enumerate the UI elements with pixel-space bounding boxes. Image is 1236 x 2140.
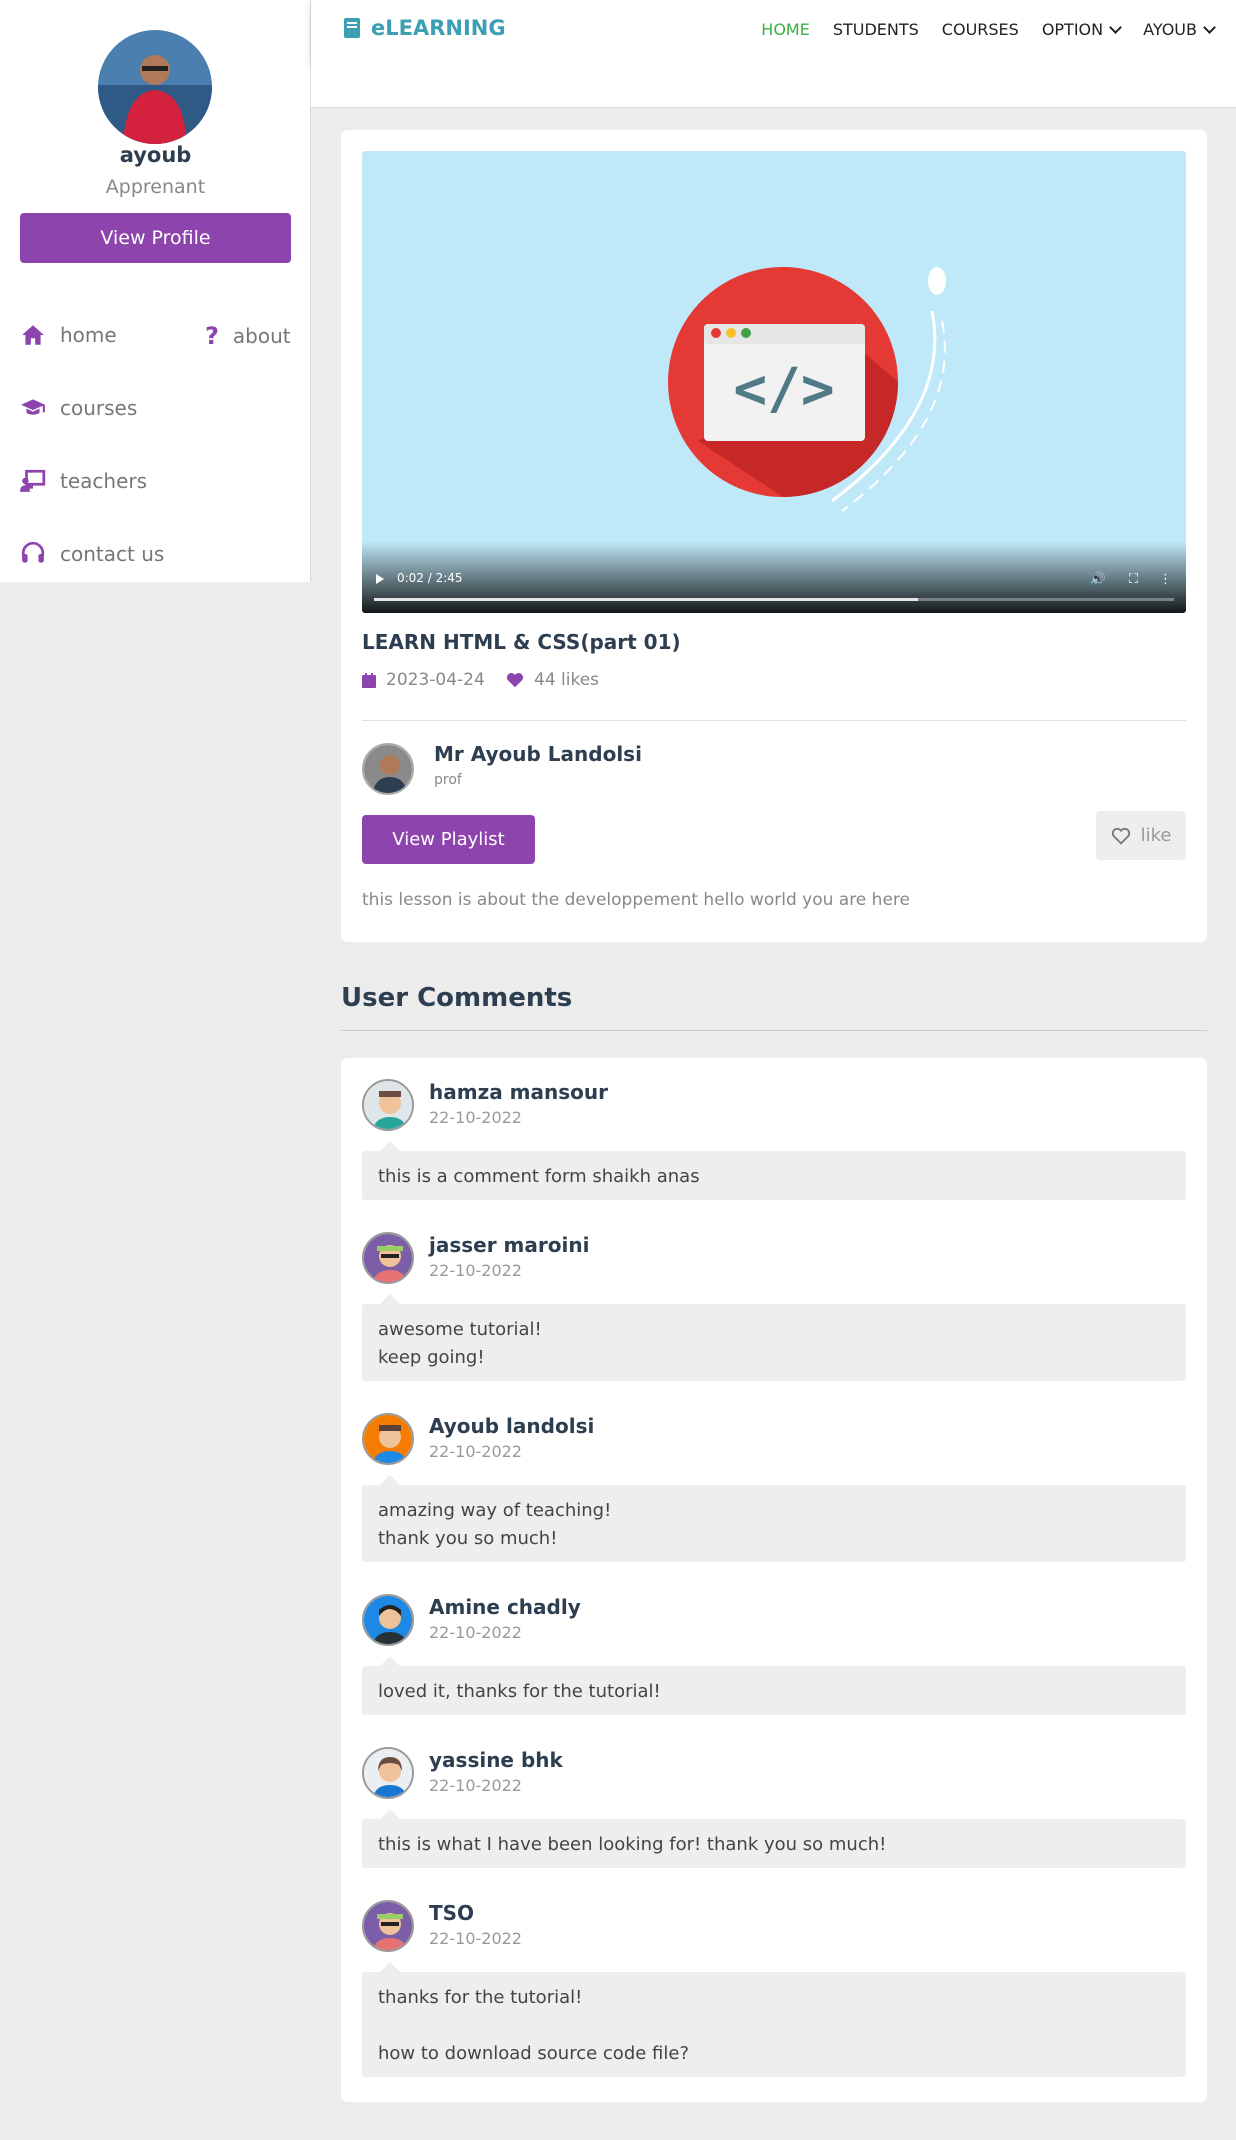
lesson-likes: 44 likes <box>506 670 599 690</box>
sidebar-item-label: teachers <box>60 469 148 493</box>
video-progress-fill <box>374 598 918 601</box>
profile-name: ayoub <box>119 143 192 167</box>
brand-logo[interactable]: eLEARNING <box>343 16 506 40</box>
tutor-name[interactable]: Mr Ayoub Landolsi <box>434 742 642 766</box>
video-card: </> 0:02 / 2:45 🔊 ⛶ ⋮ LEARN HTML & CSS(p… <box>341 130 1207 942</box>
calendar-icon <box>362 672 376 688</box>
comment-date: 22-10-2022 <box>429 1442 522 1461</box>
comment-date: 22-10-2022 <box>429 1108 522 1127</box>
comment-text: amazing way of teaching! thank you so mu… <box>362 1475 1186 1562</box>
headset-icon <box>21 541 45 563</box>
video-progress-bar[interactable] <box>374 598 1174 601</box>
lesson-date-text: 2023-04-24 <box>386 670 485 690</box>
book-icon <box>344 18 360 38</box>
tutor-avatar[interactable] <box>362 743 414 795</box>
menu-courses[interactable]: COURSES <box>942 20 1019 39</box>
fullscreen-icon[interactable]: ⛶ <box>1129 572 1138 587</box>
sidebar-item-label: home <box>60 323 117 347</box>
lesson-likes-text: 44 likes <box>534 670 600 690</box>
top-header: eLEARNING HOME STUDENTS COURSES OPTION A… <box>311 0 1236 62</box>
svg-text:</>: </> <box>733 357 834 422</box>
menu-home[interactable]: HOME <box>761 20 810 39</box>
menu-user-dropdown[interactable]: AYOUB <box>1143 20 1214 39</box>
subheader-bar <box>311 62 1236 108</box>
comment-text: awesome tutorial! keep going! <box>362 1294 1186 1381</box>
graduation-cap-icon <box>21 399 45 415</box>
sidebar-item-label: contact us <box>60 542 165 566</box>
comment-date: 22-10-2022 <box>429 1623 522 1642</box>
lesson-title: LEARN HTML & CSS(part 01) <box>362 630 681 654</box>
volume-icon[interactable]: 🔊 <box>1090 572 1106 587</box>
home-icon <box>22 325 44 345</box>
more-options-icon[interactable]: ⋮ <box>1159 572 1172 587</box>
commenter-name[interactable]: yassine bhk <box>429 1748 563 1772</box>
sidebar: ayoub Apprenant View Profile home ? abou… <box>0 0 311 582</box>
top-menu: HOME STUDENTS COURSES OPTION AYOUB <box>761 20 1214 39</box>
sidebar-item-label: about <box>232 324 291 348</box>
comment-date: 22-10-2022 <box>429 1776 522 1795</box>
commenter-name[interactable]: Ayoub landolsi <box>429 1414 594 1438</box>
comment-text: loved it, thanks for the tutorial! <box>362 1656 1186 1715</box>
video-player[interactable]: </> 0:02 / 2:45 🔊 ⛶ ⋮ <box>362 151 1186 613</box>
commenter-avatar[interactable] <box>362 1413 414 1465</box>
commenter-name[interactable]: Amine chadly <box>429 1595 581 1619</box>
profile-role: Apprenant <box>105 176 206 198</box>
comment-date: 22-10-2022 <box>429 1261 522 1280</box>
like-button-label: like <box>1140 825 1172 846</box>
comment-text: this is what I have been looking for! th… <box>362 1809 1186 1868</box>
menu-students[interactable]: STUDENTS <box>833 20 919 39</box>
lesson-description: this lesson is about the developpement h… <box>362 890 910 910</box>
comment-text: this is a comment form shaikh anas <box>362 1141 1186 1200</box>
commenter-avatar[interactable] <box>362 1079 414 1131</box>
commenter-name[interactable]: hamza mansour <box>429 1080 608 1104</box>
commenter-avatar[interactable] <box>362 1900 414 1952</box>
sidebar-item-teachers[interactable]: teachers <box>20 468 147 494</box>
question-icon: ? <box>205 322 219 350</box>
lesson-date: 2023-04-24 <box>362 670 485 690</box>
comments-heading: User Comments <box>341 983 573 1013</box>
play-icon[interactable] <box>376 574 384 584</box>
sidebar-item-about[interactable]: ? about <box>205 322 291 350</box>
comments-card: hamza mansour 22-10-2022 this is a comme… <box>341 1058 1207 2102</box>
brand-name: eLEARNING <box>371 16 506 40</box>
commenter-avatar[interactable] <box>362 1747 414 1799</box>
commenter-avatar[interactable] <box>362 1594 414 1646</box>
chalkboard-teacher-icon <box>20 469 46 492</box>
commenter-name[interactable]: jasser maroini <box>429 1233 589 1257</box>
commenter-name[interactable]: TSO <box>429 1901 474 1925</box>
like-button[interactable]: like <box>1096 811 1186 860</box>
video-controls: 0:02 / 2:45 🔊 ⛶ ⋮ <box>362 541 1186 613</box>
profile-avatar[interactable] <box>98 30 212 144</box>
commenter-avatar[interactable] <box>362 1232 414 1284</box>
view-profile-button[interactable]: View Profile <box>20 213 291 263</box>
comments-divider <box>341 1030 1207 1031</box>
heart-icon <box>506 673 524 688</box>
divider <box>362 720 1186 721</box>
view-playlist-button[interactable]: View Playlist <box>362 815 535 864</box>
sidebar-item-courses[interactable]: courses <box>20 395 137 421</box>
sidebar-item-contact[interactable]: contact us <box>20 541 164 567</box>
comment-date: 22-10-2022 <box>429 1929 522 1948</box>
sidebar-item-home[interactable]: home <box>20 322 117 348</box>
tutor-role: prof <box>434 772 462 788</box>
sidebar-item-label: courses <box>60 396 138 420</box>
comment-text: thanks for the tutorial! how to download… <box>362 1962 1186 2077</box>
menu-option-dropdown[interactable]: OPTION <box>1042 20 1120 39</box>
video-time: 0:02 / 2:45 <box>397 571 463 585</box>
heart-outline-icon <box>1111 827 1130 845</box>
